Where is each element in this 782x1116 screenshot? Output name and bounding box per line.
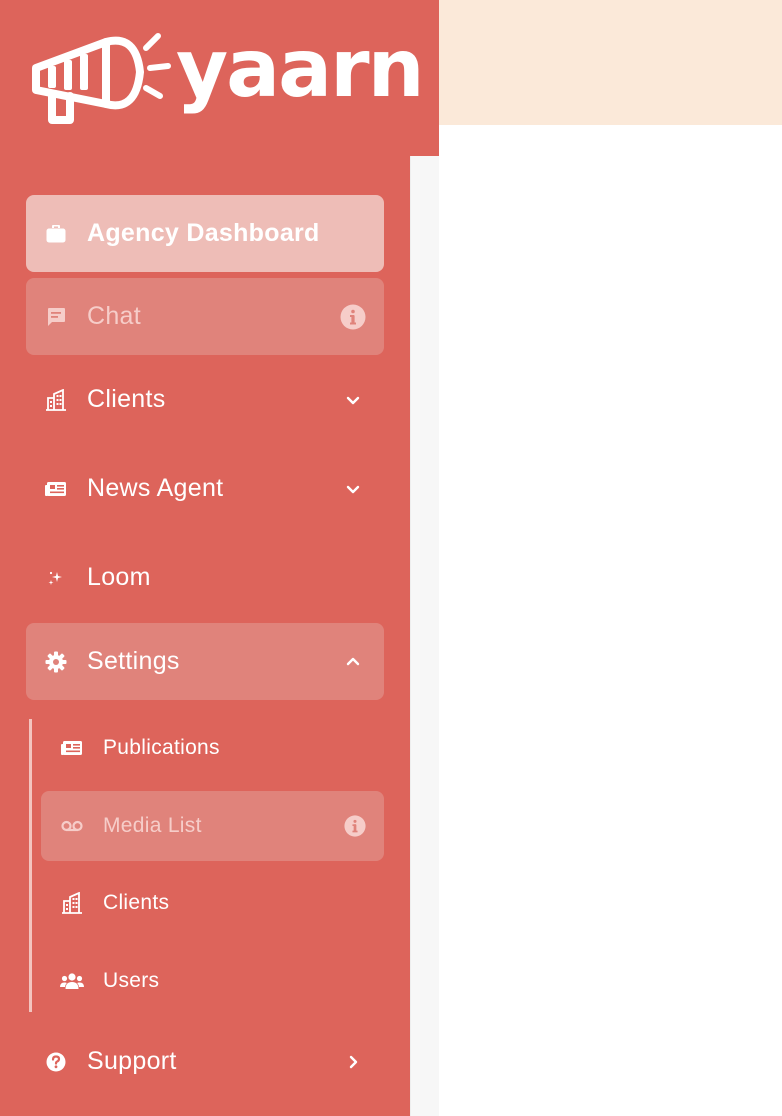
info-icon[interactable] [340, 304, 366, 330]
gear-icon [44, 650, 68, 674]
sidebar-subitem-label: Users [103, 969, 160, 992]
building-icon [60, 891, 84, 915]
sparkle-icon [44, 566, 68, 590]
sidebar-item-label: Settings [87, 647, 180, 675]
sidebar-subitem-label: Media List [103, 814, 202, 837]
newspaper-icon [44, 477, 68, 501]
top-bar [439, 0, 782, 125]
chevron-down-icon [340, 476, 366, 502]
sidebar-subitem-label: Clients [103, 891, 170, 914]
building-icon [44, 388, 68, 412]
info-icon[interactable] [344, 815, 366, 837]
sidebar-item-label: Loom [87, 563, 151, 591]
sidebar-item-settings[interactable]: Settings [26, 623, 384, 700]
sidebar-item-chat[interactable]: Chat [26, 278, 384, 355]
message-icon [44, 305, 68, 329]
sidebar-subitem-clients[interactable]: Clients [41, 868, 384, 938]
brand-name: yaarn [176, 22, 425, 115]
users-icon [60, 969, 84, 993]
megaphone-icon [32, 33, 171, 124]
submenu-indicator-line [29, 719, 32, 1012]
sidebar-subitem-media-list[interactable]: Media List [41, 791, 384, 861]
chevron-right-icon [340, 1049, 366, 1075]
sidebar-subitem-label: Publications [103, 736, 220, 759]
sidebar-item-clients[interactable]: Clients [26, 361, 384, 438]
sidebar-subitem-publications[interactable]: Publications [41, 713, 384, 783]
sidebar-item-label: News Agent [87, 474, 224, 502]
main-content [439, 125, 782, 1116]
sidebar-item-support[interactable]: Support [26, 1023, 384, 1100]
sidebar-item-label: Chat [87, 302, 142, 330]
sidebar-item-news-agent[interactable]: News Agent [26, 450, 384, 527]
question-circle-icon [44, 1050, 68, 1074]
chevron-up-icon [340, 649, 366, 675]
voicemail-icon [60, 814, 84, 838]
chevron-down-icon [340, 387, 366, 413]
newspaper-icon [60, 736, 84, 760]
brand-logo[interactable]: yaarn [28, 22, 425, 130]
sidebar-item-label: Agency Dashboard [87, 219, 320, 247]
sidebar-item-label: Support [87, 1047, 177, 1075]
sidebar-item-label: Clients [87, 385, 166, 413]
sidebar-item-loom[interactable]: Loom [26, 539, 384, 616]
sidebar-item-agency-dashboard[interactable]: Agency Dashboard [26, 195, 384, 272]
sidebar-subitem-users[interactable]: Users [41, 946, 384, 1016]
briefcase-icon [44, 222, 68, 246]
sidebar-gutter [410, 156, 439, 1116]
